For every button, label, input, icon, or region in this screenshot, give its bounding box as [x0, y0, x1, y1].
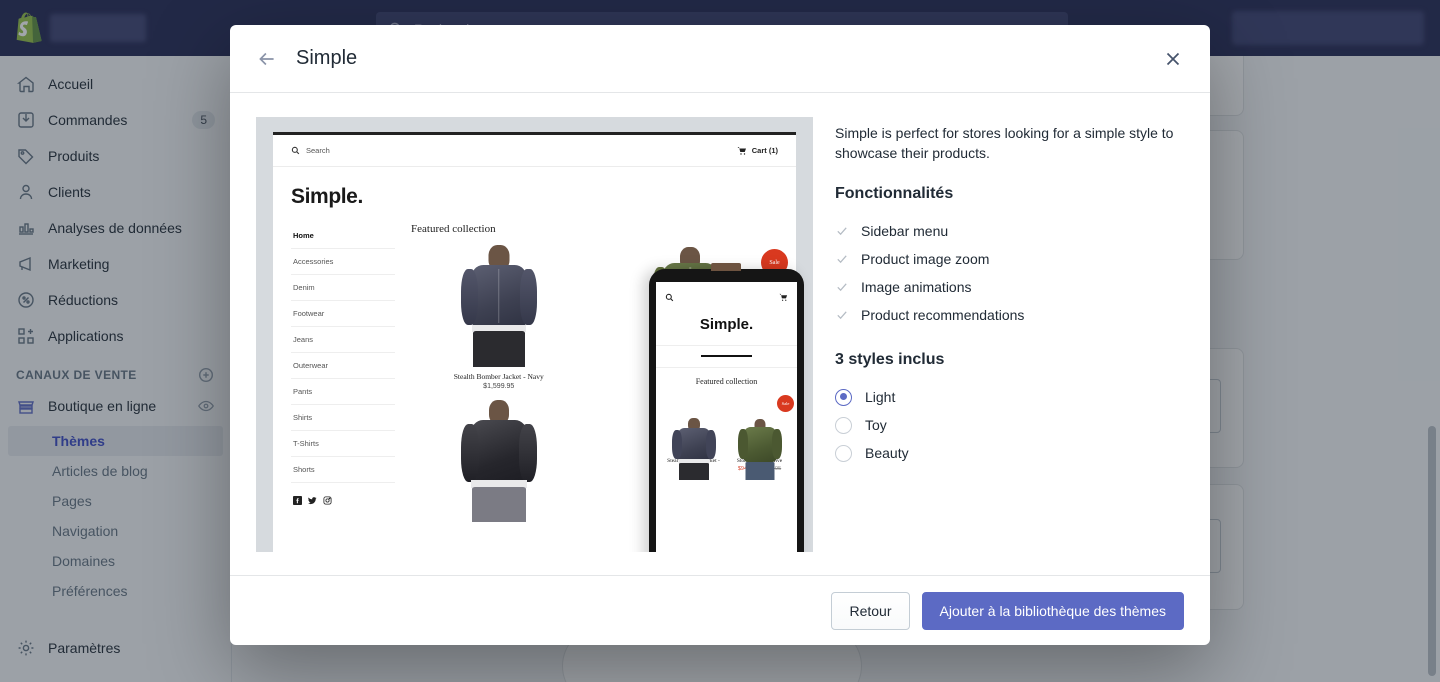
storefront-mobile-preview: Simple. Featured collection Stealth Jack…	[649, 263, 804, 552]
feature-item: Image animations	[835, 273, 1178, 301]
product-image-navy-bomber	[411, 245, 587, 367]
storefront-nav-item[interactable]: Shorts	[291, 456, 395, 482]
sale-badge: Sale	[777, 395, 794, 412]
modal-footer: Retour Ajouter à la bibliothèque des thè…	[230, 575, 1210, 645]
storefront-cart: Cart (1)	[737, 146, 778, 156]
storefront-nav-item[interactable]: Pants	[291, 378, 395, 404]
product-image-leather-jacket	[411, 400, 587, 522]
style-option-light[interactable]: Light	[835, 383, 1178, 411]
phone-product-card[interactable]: Stealth Bomber Jacket - Navy $1,599.95	[664, 393, 723, 480]
check-icon	[835, 252, 849, 266]
style-option-beauty[interactable]: Beauty	[835, 439, 1178, 467]
close-icon[interactable]	[1162, 48, 1184, 70]
storefront-nav-item[interactable]: Home	[291, 223, 395, 248]
phone-product-grid: Stealth Bomber Jacket - Navy $1,599.95	[656, 393, 797, 480]
cart-icon	[779, 289, 788, 307]
phone-logo: Simple.	[699, 316, 754, 333]
radio-button[interactable]	[835, 444, 852, 462]
modal-body: Search Cart (1) Simple. Home Accessories…	[230, 93, 1210, 575]
styles-heading: 3 styles inclus	[835, 351, 945, 368]
storefront-logo: Simple.	[291, 185, 363, 208]
modal-title: Simple	[296, 47, 358, 69]
radio-button[interactable]	[835, 416, 852, 434]
storefront-collection-title: Featured collection	[411, 223, 496, 235]
product-name: Stealth Bomber Jacket - Navy	[453, 372, 544, 381]
search-icon	[665, 289, 674, 307]
storefront-nav-item[interactable]: Outerwear	[291, 352, 395, 378]
feature-label: Image animations	[861, 279, 972, 295]
style-option-toy[interactable]: Toy	[835, 411, 1178, 439]
storefront-topbar: Search Cart (1)	[273, 135, 796, 167]
phone-collection-title: Featured collection	[695, 377, 758, 386]
style-option-label: Light	[865, 389, 896, 405]
phone-product-card[interactable]: Sale Storm Jacket - Olive $949.95 $999.9…	[730, 393, 794, 480]
feature-label: Product recommendations	[861, 307, 1025, 323]
check-icon	[835, 280, 849, 294]
feature-item: Sidebar menu	[835, 217, 1178, 245]
style-option-label: Toy	[865, 417, 887, 433]
add-to-theme-library-button[interactable]: Ajouter à la bibliothèque des thèmes	[921, 591, 1184, 630]
product-image-navy-bomber	[664, 393, 723, 480]
search-icon	[291, 146, 300, 155]
features-list: Sidebar menu Product image zoom Image an…	[835, 217, 1178, 329]
radio-button[interactable]	[835, 388, 852, 406]
phone-topbar	[656, 282, 797, 311]
theme-description: Simple is perfect for stores looking for…	[835, 125, 1174, 161]
storefront-nav-item[interactable]: Shirts	[291, 404, 395, 430]
storefront-product-card[interactable]	[411, 400, 587, 522]
storefront-nav-item[interactable]: Jeans	[291, 326, 395, 352]
twitter-icon[interactable]	[308, 492, 317, 510]
arrow-left-icon[interactable]	[256, 48, 278, 70]
storefront-nav-item[interactable]: Accessories	[291, 248, 395, 274]
storefront-search-label: Search	[306, 146, 330, 155]
storefront-nav-item[interactable]: Denim	[291, 274, 395, 300]
style-radio-group: Light Toy Beauty	[835, 383, 1178, 467]
instagram-icon[interactable]	[323, 492, 332, 510]
feature-label: Sidebar menu	[861, 223, 949, 239]
check-icon	[835, 224, 849, 238]
storefront-product-card[interactable]: Stealth Bomber Jacket - Navy $1,599.95	[411, 245, 587, 390]
product-price-value: $1,599.95	[483, 383, 515, 390]
theme-detail-modal: Simple Search Cart (1) Simple. Home Acce…	[230, 25, 1210, 645]
check-icon	[835, 308, 849, 322]
storefront-social-links	[291, 482, 395, 519]
storefront-cart-label: Cart (1)	[751, 146, 778, 155]
feature-label: Product image zoom	[861, 251, 990, 267]
product-price: $1,599.95	[411, 383, 587, 390]
style-option-label: Beauty	[865, 445, 909, 461]
feature-item: Product image zoom	[835, 245, 1178, 273]
storefront-nav-item[interactable]: Footwear	[291, 300, 395, 326]
modal-header: Simple	[230, 25, 1210, 93]
back-button[interactable]: Retour	[831, 591, 910, 630]
features-heading: Fonctionnalités	[835, 185, 954, 202]
storefront-sidebar-nav: Home Accessories Denim Footwear Jeans Ou…	[291, 223, 395, 532]
cart-icon	[737, 146, 746, 155]
facebook-icon[interactable]	[293, 492, 302, 510]
feature-item: Product recommendations	[835, 301, 1178, 329]
theme-info-panel: Simple is perfect for stores looking for…	[835, 117, 1184, 575]
phone-screen: Simple. Featured collection Stealth Jack…	[656, 282, 797, 552]
hamburger-menu-icon[interactable]	[656, 345, 797, 368]
storefront-nav-item[interactable]: T-Shirts	[291, 430, 395, 456]
theme-preview-image: Search Cart (1) Simple. Home Accessories…	[256, 117, 813, 552]
